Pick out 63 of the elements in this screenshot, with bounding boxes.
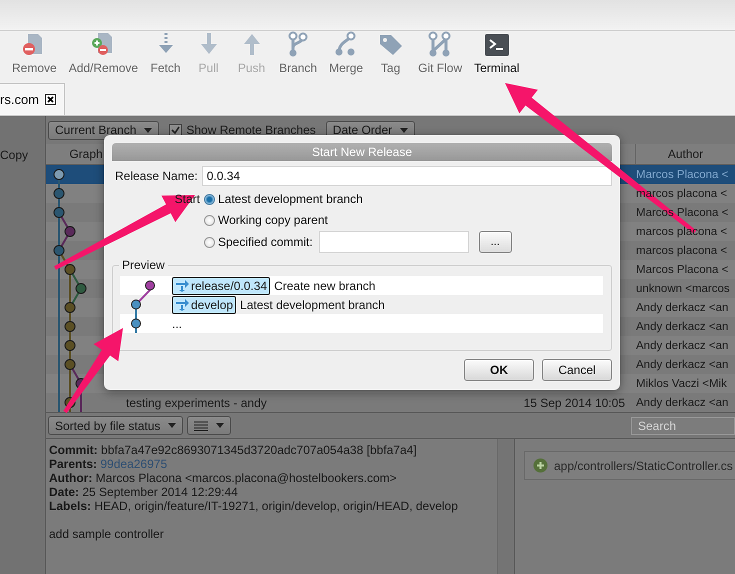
author-cell-text: Andy derkacz <an	[635, 320, 730, 332]
ok-button[interactable]: OK	[464, 359, 534, 381]
flow-icon	[175, 280, 189, 292]
file-item[interactable]: app/controllers/StaticController.cs	[524, 451, 735, 480]
author-cell-text: marcos placona <	[635, 244, 728, 256]
terminal-icon	[482, 31, 511, 59]
sort-dropdown[interactable]: Sorted by file status	[48, 416, 184, 435]
author-cell-text: Marcos Placona <	[635, 264, 730, 276]
author-cell-text: Miklos Vaczi <Mik	[635, 378, 728, 390]
repository-tab[interactable]: rs.com	[0, 83, 65, 115]
view-dropdown[interactable]	[187, 416, 232, 435]
branch-label: develop	[172, 296, 236, 314]
date-cell-text: 15 Sep 2014 10:05	[522, 396, 626, 410]
release-name-field[interactable]: 0.0.34	[202, 166, 612, 186]
column-header[interactable]: Author	[635, 144, 735, 164]
author-cell-text: unknown <marcos	[635, 282, 731, 294]
author-cell-text: Andy derkacz <an	[635, 396, 730, 408]
radio-button[interactable]	[204, 214, 215, 226]
toolbar-button[interactable]: Tag	[369, 31, 412, 75]
cancel-button[interactable]: Cancel	[542, 359, 612, 381]
group-title: Preview	[119, 258, 168, 272]
description-cell-text: testing experiments - andy	[126, 396, 268, 410]
search-field[interactable]: Search	[631, 416, 735, 434]
radio-option[interactable]: Specified commit:	[204, 232, 313, 252]
close-icon[interactable]	[45, 94, 56, 105]
toolbar-button[interactable]: Merge	[323, 31, 370, 75]
sidebar-item[interactable]: Copy	[0, 148, 28, 162]
commit-detail: Author: Marcos Placona <marcos.placona@hostelbookers.com>	[49, 471, 398, 485]
toolbar-button[interactable]: Fetch	[144, 31, 188, 75]
field-label: Release Name:	[115, 169, 198, 183]
toolbar-button[interactable]: Branch	[273, 31, 324, 75]
list-icon	[194, 420, 208, 430]
dialog-title: Start New Release	[112, 143, 612, 161]
plus-icon	[533, 458, 548, 473]
author-cell-text: marcos placona <	[635, 226, 728, 238]
browse-button[interactable]: ...	[478, 231, 512, 253]
toolbar-button[interactable]: Remove	[6, 31, 63, 75]
author-cell-text: Marcos Placona <	[635, 168, 730, 180]
radio-button[interactable]	[204, 236, 215, 248]
toolbar-button[interactable]: Add/Remove	[62, 31, 144, 75]
radio-button[interactable]	[204, 194, 215, 204]
preview-text: Create new branch	[274, 278, 376, 292]
author-cell-text: Andy derkacz <an	[635, 302, 730, 314]
checkbox-label: Show Remote Branches	[186, 123, 316, 137]
branch-filter-dropdown[interactable]: Current Branch	[48, 120, 160, 140]
commit-detail: Date: 25 September 2014 12:29:44	[49, 485, 239, 499]
flow-icon	[175, 298, 189, 310]
author-cell-text: Andy derkacz <an	[635, 358, 730, 370]
author-cell-text: Andy derkacz <an	[635, 340, 730, 352]
checkbox[interactable]	[169, 124, 182, 136]
toolbar-button[interactable]: Git Flow	[412, 31, 468, 75]
commit-detail: Labels: HEAD, origin/feature/IT-19271, origin/develop, origin/HEAD, develop	[49, 499, 459, 513]
toolbar-button[interactable]: Terminal	[468, 31, 526, 75]
commit-field[interactable]	[318, 231, 469, 253]
branch-label: release/0.0.34	[172, 276, 270, 294]
radio-option[interactable]: Latest development branch	[204, 189, 363, 209]
commit-detail: Parents: 99dea26975	[49, 457, 168, 471]
commit-message: add sample controller	[49, 527, 165, 541]
scrollbar[interactable]	[497, 439, 514, 574]
radio-option[interactable]: Working copy parent	[204, 210, 328, 230]
preview-text: Latest development branch	[240, 298, 385, 312]
preview-text: ...	[172, 316, 182, 330]
commit-detail: Commit: bbfa7a47e92c8693071345d3720adc707a054a38 [bbfa7a4]	[49, 443, 418, 457]
